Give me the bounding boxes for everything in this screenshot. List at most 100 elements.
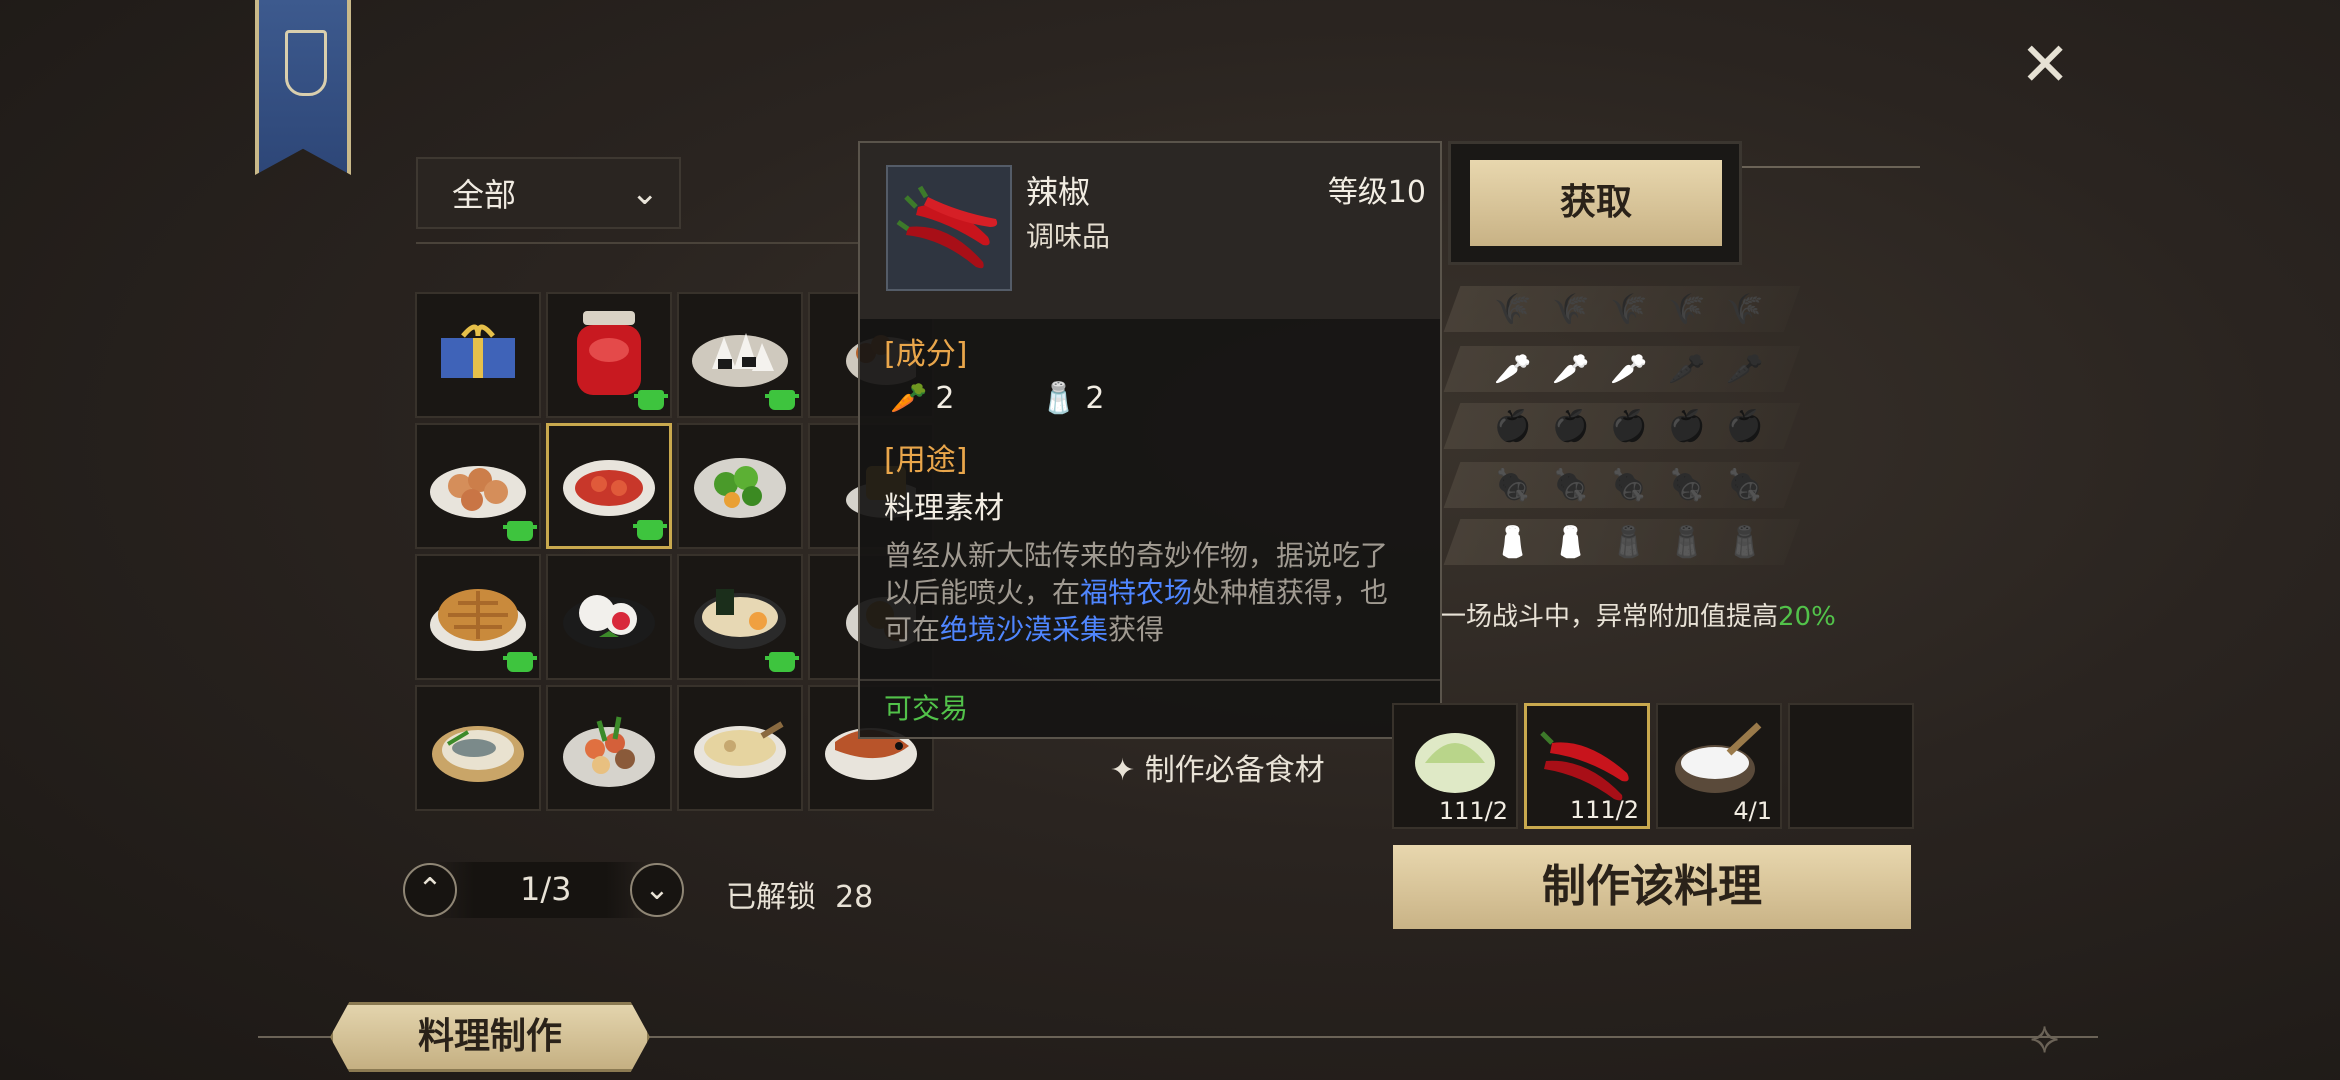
dish-cell-gift-box[interactable]: [415, 292, 541, 418]
item-type: 调味品: [1026, 220, 1111, 253]
attribute-row-wheat: 🌾 🌾 🌾 🌾 🌾: [1490, 286, 1768, 332]
carrot-icon: 🥕: [1552, 351, 1590, 387]
gift-box-icon: [433, 318, 523, 392]
dish-cell-ramen[interactable]: [677, 554, 803, 680]
dish-cell-vegetable-salad[interactable]: [677, 423, 803, 549]
location-link-farm[interactable]: 福特农场: [1080, 576, 1192, 609]
meat-icon: 🍖: [1668, 467, 1706, 503]
location-link-desert[interactable]: 绝境沙漠采集: [940, 613, 1108, 646]
dish-cell-fried-dumplings[interactable]: [415, 423, 541, 549]
required-label-text: 制作必备食材: [1144, 753, 1325, 788]
tab-cooking[interactable]: 料理制作: [330, 1002, 650, 1072]
spice-icon: 🧂: [1552, 524, 1590, 560]
bonus-text: 一场战斗中，异常附加值提高20%: [1440, 596, 1836, 633]
ingredient-carrot: 🥕 2: [890, 381, 954, 416]
attribute-row-carrot: 🥕 🥕 🥕 🥕 🥕: [1490, 346, 1768, 392]
dish-cell-seafood-platter[interactable]: [546, 685, 672, 811]
unlocked-count: 已解锁 28: [726, 872, 873, 916]
ingredient-slots: 111/2 111/2 4/1: [1392, 703, 1914, 829]
item-level: 等级10: [1327, 175, 1426, 210]
dish-cell-soup-bowl[interactable]: [677, 685, 803, 811]
cookable-pot-icon: [634, 390, 668, 410]
spice-icon: 🧂: [1040, 381, 1078, 416]
chili-icon: [1532, 713, 1642, 807]
dish-cell-pie[interactable]: [415, 554, 541, 680]
carrot-icon: 🥕: [1726, 351, 1764, 387]
chevron-down-icon: ⌄: [630, 173, 660, 213]
apple-icon: 🍎: [1668, 408, 1706, 444]
meat-icon: 🍖: [1610, 467, 1648, 503]
cookable-pot-icon: [633, 520, 667, 540]
tradeable-label: 可交易: [884, 692, 969, 725]
acquire-button[interactable]: 获取: [1470, 160, 1722, 246]
filter-dropdown[interactable]: 全部 ⌄: [416, 157, 681, 229]
corner-ornament-icon: ⟡: [2030, 1012, 2060, 1063]
ingredient-slot-cabbage[interactable]: 111/2: [1392, 703, 1518, 829]
ingredients-title: [成分]: [884, 337, 968, 372]
spice-icon: 🧂: [1726, 524, 1764, 560]
bonus-desc: 一场战斗中，异常附加值提高: [1440, 602, 1779, 632]
chili-sauce-jar-icon: [569, 305, 649, 405]
required-ingredients-label: ✦ 制作必备食材: [1110, 753, 1325, 788]
carrot-icon: 🥕: [1610, 351, 1648, 387]
ingredient-slot-empty[interactable]: [1788, 703, 1914, 829]
craft-button[interactable]: 制作该料理: [1393, 845, 1911, 929]
ingredient-count: 111/2: [1569, 796, 1639, 824]
dish-cell-strawberry-mochi[interactable]: [546, 554, 672, 680]
ingredient-slot-chili[interactable]: 111/2: [1524, 703, 1650, 829]
spice-icon: 🧂: [1610, 524, 1648, 560]
cookable-pot-icon: [765, 652, 799, 672]
bonus-value: 20%: [1778, 602, 1836, 632]
dish-grid: [415, 292, 934, 811]
dish-cell-steamed-fish-basket[interactable]: [415, 685, 541, 811]
wheat-icon: 🌾: [1668, 291, 1706, 327]
wheat-icon: 🌾: [1494, 291, 1532, 327]
attribute-row-spice: 🧂 🧂 🧂 🧂 🧂: [1490, 519, 1768, 565]
item-description: 曾经从新大陆传来的奇妙作物，据说吃了以后能喷火，在福特农场处种植获得，也可在绝境…: [884, 537, 1414, 648]
meat-icon: 🍖: [1494, 467, 1532, 503]
filter-divider: [416, 242, 876, 244]
usage-title: [用途]: [884, 443, 968, 478]
apple-icon: 🍎: [1552, 408, 1590, 444]
ingredient-count: 111/2: [1438, 797, 1508, 825]
ingredient-slot-salt[interactable]: 4/1: [1656, 703, 1782, 829]
banner-emblem-icon: [285, 30, 327, 96]
close-icon[interactable]: ✕: [2020, 35, 2070, 95]
spice-icon: 🧂: [1668, 524, 1706, 560]
dish-cell-rice-balls[interactable]: [677, 292, 803, 418]
page-indicator: 1/3: [520, 870, 572, 908]
wheat-icon: 🌾: [1552, 291, 1590, 327]
unlocked-label: 已解锁: [726, 880, 816, 915]
cabbage-icon: [1405, 713, 1505, 807]
dish-cell-spicy-shrimp[interactable]: [546, 423, 672, 549]
meat-icon: 🍖: [1726, 467, 1764, 503]
page-up-button[interactable]: ⌃: [403, 863, 457, 917]
attribute-row-apple: 🍎 🍎 🍎 🍎 🍎: [1490, 403, 1768, 449]
spicy-shrimp-icon: [559, 444, 659, 528]
meat-icon: 🍖: [1552, 467, 1590, 503]
soup-bowl-icon: [690, 706, 790, 790]
vegetable-salad-icon: [690, 444, 790, 528]
ingredient-spice: 🧂 2: [1040, 381, 1104, 416]
cookable-pot-icon: [765, 390, 799, 410]
chili-icon: [886, 165, 1012, 291]
ramen-icon: [690, 573, 790, 661]
pie-icon: [428, 573, 528, 661]
carrot-icon: 🥕: [1494, 351, 1532, 387]
usage-text: 料理素材: [884, 491, 1004, 526]
fried-dumplings-icon: [428, 444, 528, 528]
ingredient-count: 4/1: [1733, 797, 1772, 825]
apple-icon: 🍎: [1610, 408, 1648, 444]
steamed-fish-basket-icon: [428, 704, 528, 792]
cookable-pot-icon: [503, 652, 537, 672]
item-name: 辣椒: [1026, 173, 1091, 211]
rice-balls-icon: [690, 313, 790, 397]
wheat-icon: 🌾: [1726, 291, 1764, 327]
carrot-icon: 🥕: [1668, 351, 1706, 387]
ingredient-count: 2: [1085, 381, 1105, 416]
ingredient-count: 2: [935, 381, 955, 416]
page-down-button[interactable]: ⌄: [630, 863, 684, 917]
apple-icon: 🍎: [1494, 408, 1532, 444]
unlocked-value: 28: [835, 880, 874, 915]
dish-cell-chili-sauce-jar[interactable]: [546, 292, 672, 418]
